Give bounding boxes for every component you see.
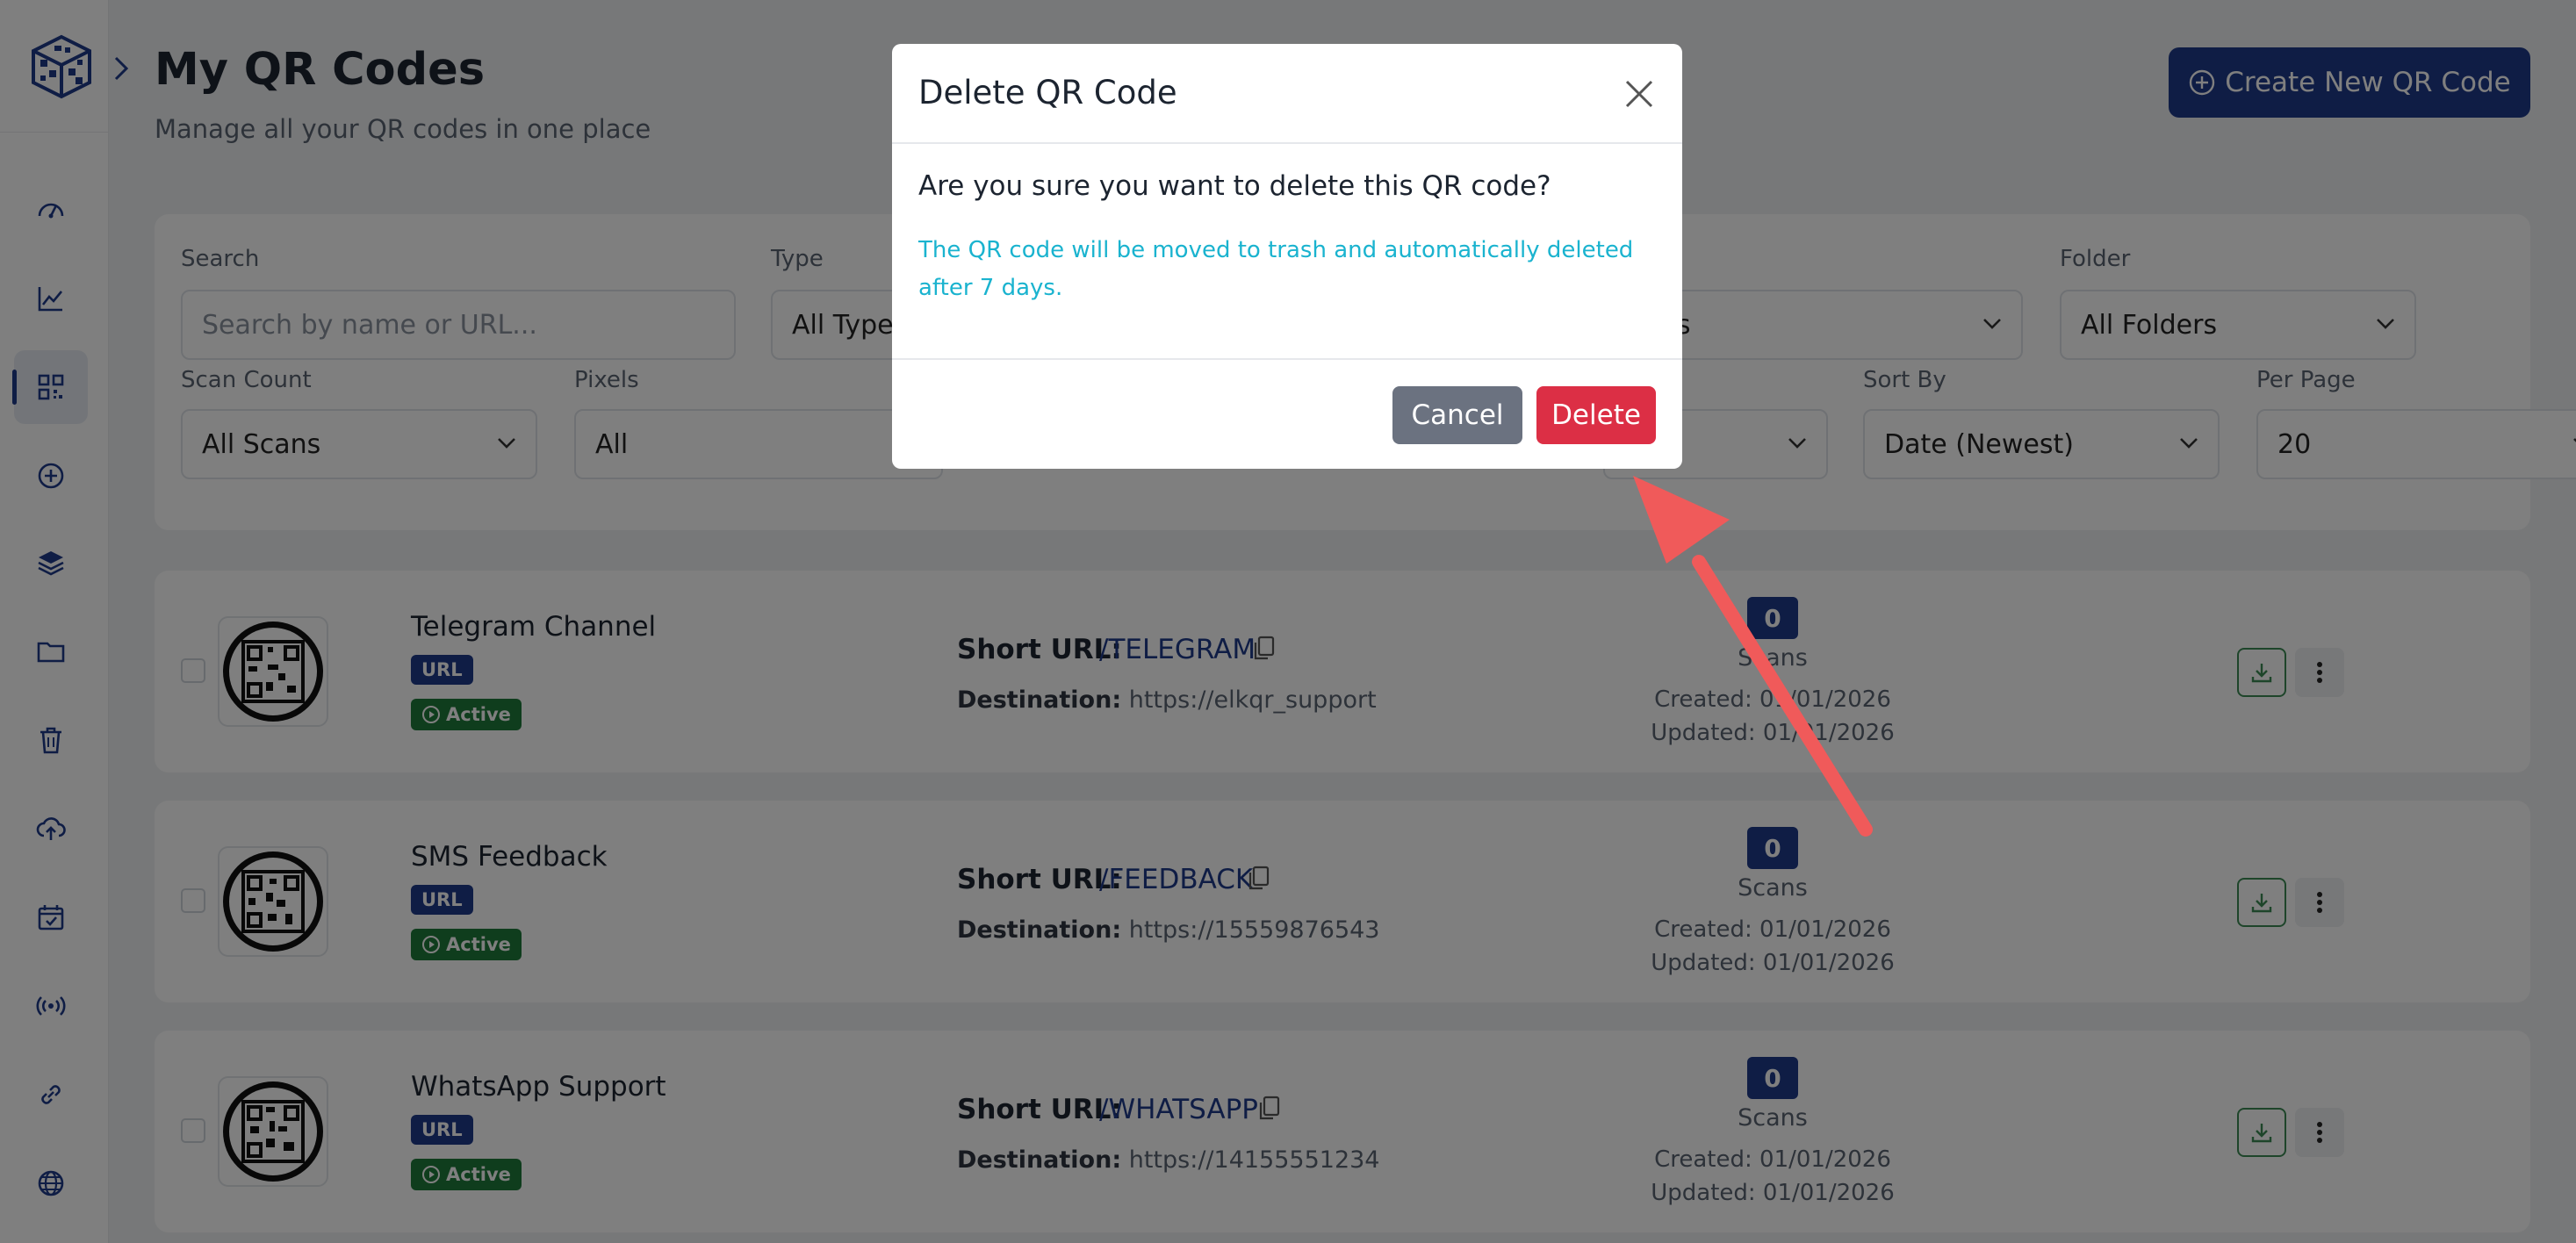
- dialog-question: Are you sure you want to delete this QR …: [918, 170, 1551, 202]
- dialog-note: The QR code will be moved to trash and a…: [918, 237, 1634, 301]
- dialog-footer-divider: [892, 358, 1682, 360]
- delete-dialog: Delete QR Code Are you sure you want to …: [892, 44, 1682, 469]
- cancel-button[interactable]: Cancel: [1392, 386, 1522, 444]
- annotation-arrow: [1633, 476, 1873, 837]
- close-icon[interactable]: [1623, 77, 1656, 111]
- delete-button[interactable]: Delete: [1536, 386, 1656, 444]
- dialog-title: Delete QR Code: [918, 74, 1177, 111]
- dialog-header: Delete QR Code: [892, 44, 1682, 144]
